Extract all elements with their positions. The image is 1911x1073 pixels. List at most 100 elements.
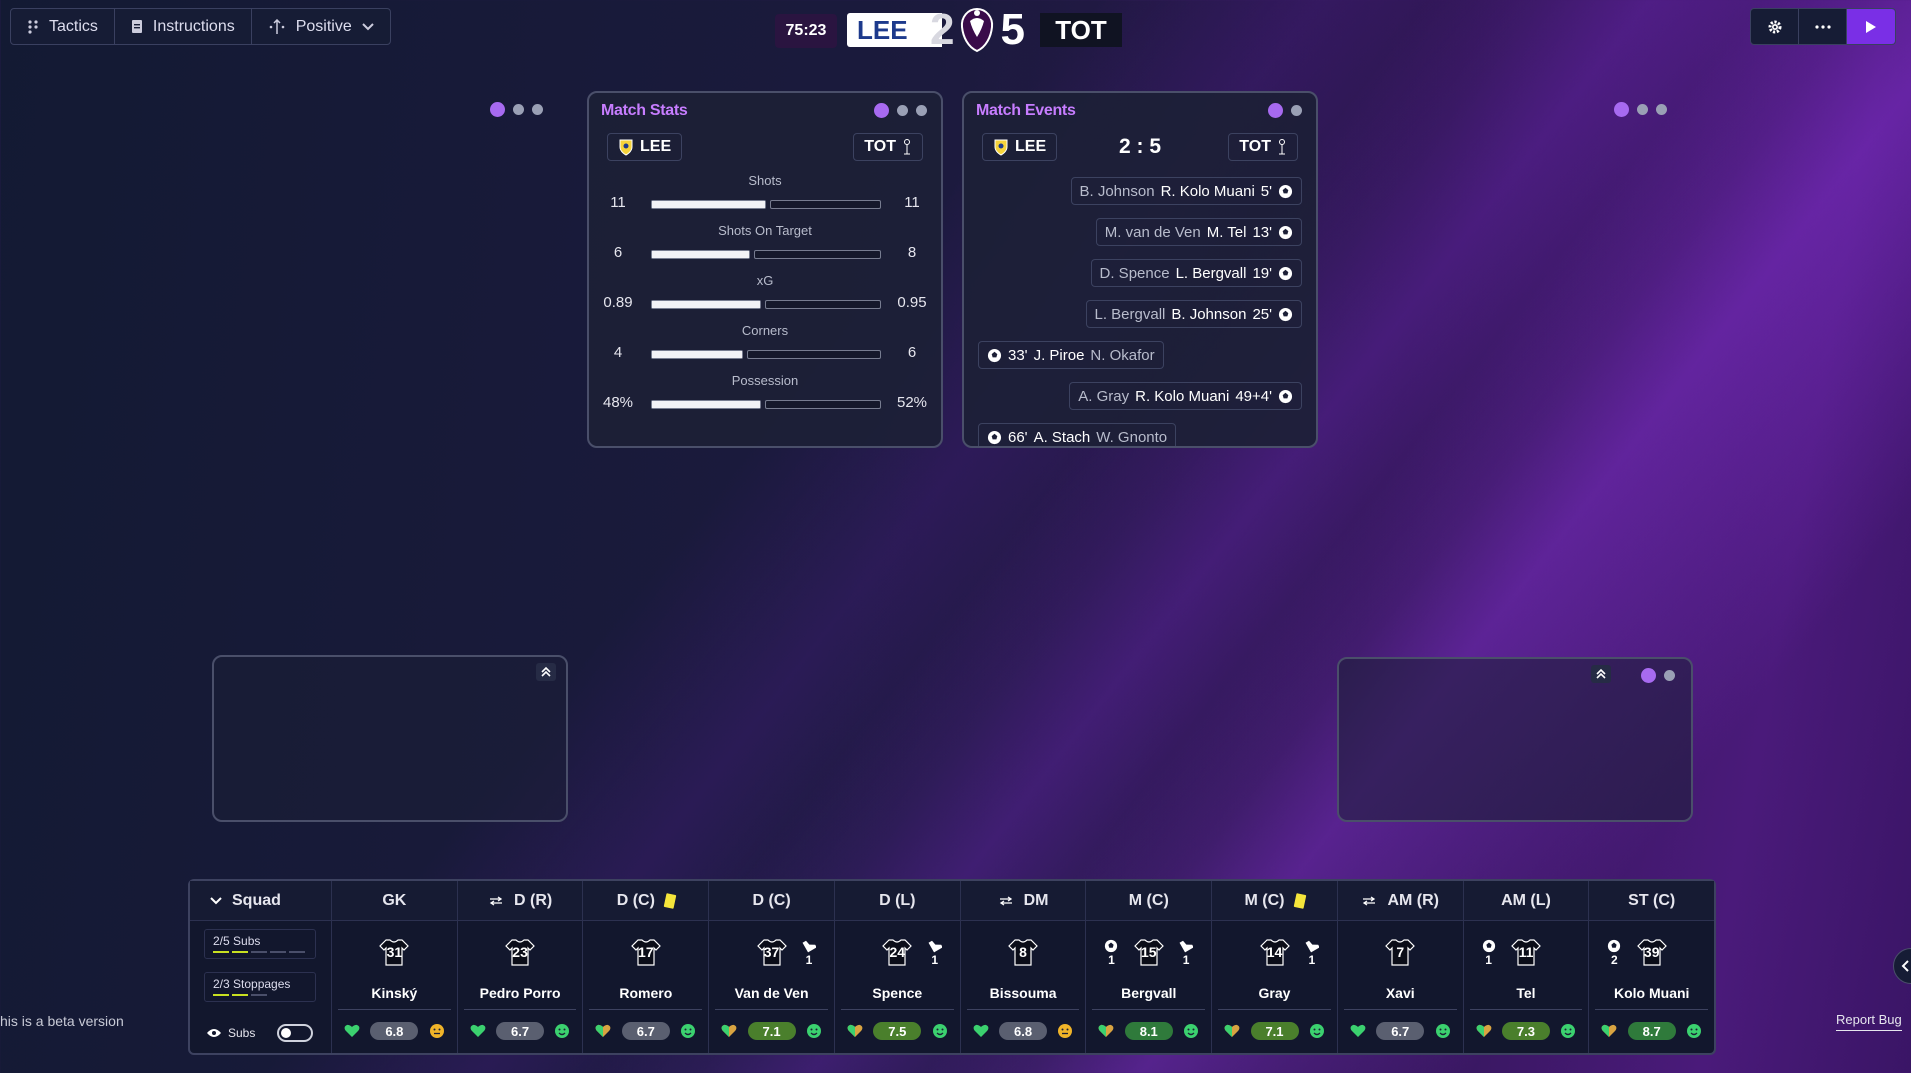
goal-event[interactable]: L. Bergvall B. Johnson 25' bbox=[1085, 300, 1302, 328]
league-lion-icon bbox=[961, 7, 994, 53]
slot-dot[interactable] bbox=[897, 105, 908, 116]
player-slot[interactable]: D (C) 17 Romero 6.7 bbox=[583, 881, 710, 1053]
assist-name: A. Gray bbox=[1078, 387, 1130, 405]
goal-minute: 66' bbox=[1008, 428, 1028, 446]
assists-stat: 1 bbox=[1305, 939, 1319, 967]
goal-event[interactable]: D. Spence L. Bergvall 19' bbox=[1090, 259, 1302, 287]
yellow-card-icon bbox=[1293, 892, 1306, 909]
panel-dots[interactable] bbox=[1268, 103, 1302, 118]
slot-dot-active[interactable] bbox=[1641, 668, 1656, 683]
morale-face-icon bbox=[554, 1023, 570, 1039]
double-chevron-up-icon bbox=[1596, 668, 1606, 679]
slot-dot[interactable] bbox=[1656, 104, 1667, 115]
player-slot[interactable]: AM (L) 11 1 Tel 7.3 bbox=[1463, 881, 1590, 1053]
panel-slot-dots-left[interactable] bbox=[490, 102, 543, 117]
slot-dot[interactable] bbox=[916, 105, 927, 116]
player-rating: 7.5 bbox=[873, 1022, 922, 1040]
stat-home-bar bbox=[651, 350, 743, 359]
assist-name: M. van de Ven bbox=[1104, 223, 1201, 241]
player-status-row: 7.1 bbox=[1212, 1022, 1337, 1040]
shirt-number: 24 bbox=[889, 944, 906, 960]
goal-minute: 33' bbox=[1008, 346, 1028, 364]
report-bug-link[interactable]: Report Bug bbox=[1836, 1012, 1902, 1031]
player-slot[interactable]: D (C) 37 1 Van de Ven 7.1 bbox=[709, 881, 835, 1053]
tactics-button[interactable]: Tactics bbox=[11, 9, 115, 44]
player-slot[interactable]: M (C) 14 1 Gray 7.1 bbox=[1212, 881, 1338, 1053]
slot-dot-active[interactable] bbox=[1614, 102, 1629, 117]
mentality-label: Positive bbox=[295, 17, 352, 35]
player-status-row: 7.1 bbox=[709, 1022, 834, 1040]
more-button[interactable] bbox=[1799, 9, 1847, 44]
goal-event[interactable]: 33' J. Piroe N. Okafor bbox=[978, 341, 1164, 369]
position-header: D (C) bbox=[583, 881, 709, 921]
position-label: AM (R) bbox=[1387, 891, 1440, 909]
player-slot[interactable]: AM (R) 7 Xavi 6.7 bbox=[1337, 881, 1464, 1053]
home-team-tag: LEE bbox=[607, 133, 683, 161]
play-button[interactable] bbox=[1847, 9, 1895, 44]
goals-stat: 1 bbox=[1482, 939, 1496, 967]
slot-dot-active[interactable] bbox=[490, 102, 505, 117]
away-team-label: TOT bbox=[1239, 138, 1271, 155]
squad-toggle[interactable]: Squad bbox=[190, 881, 331, 921]
morale-face-icon bbox=[1435, 1023, 1451, 1039]
mentality-dropdown[interactable]: Positive bbox=[252, 9, 390, 44]
slot-dot[interactable] bbox=[513, 104, 524, 115]
goal-ball-icon bbox=[1607, 939, 1621, 953]
player-rating: 6.7 bbox=[1376, 1022, 1425, 1040]
morale-face-icon bbox=[806, 1023, 822, 1039]
shirt-icon: 39 bbox=[1635, 937, 1669, 967]
player-slot[interactable]: D (L) 24 1 Spence 7.5 bbox=[834, 881, 961, 1053]
player-slot[interactable]: GK 31 Kinský 6.8 bbox=[332, 881, 458, 1053]
stat-away-bar bbox=[765, 400, 881, 409]
settings-button[interactable] bbox=[1751, 9, 1799, 44]
panel-dots[interactable] bbox=[874, 103, 927, 118]
goal-event[interactable]: B. Johnson R. Kolo Muani 5' bbox=[1070, 177, 1302, 205]
player-name: Van de Ven bbox=[715, 985, 828, 1010]
home-crest-icon bbox=[619, 139, 633, 156]
player-rating: 7.1 bbox=[1250, 1022, 1299, 1040]
player-slot[interactable]: ST (C) 39 2 Kolo Muani 8.7 bbox=[1589, 881, 1715, 1053]
shirt-icon: 17 bbox=[629, 937, 663, 967]
stoppages-label: 2/3 Stoppages bbox=[213, 977, 291, 991]
tactics-label: Tactics bbox=[49, 17, 98, 35]
chevron-down-icon bbox=[362, 22, 374, 30]
slot-dot[interactable] bbox=[532, 104, 543, 115]
player-name: Pedro Porro bbox=[463, 985, 577, 1010]
player-slot[interactable]: M (C) 15 1 1 Bergvall 8.1 bbox=[1086, 881, 1213, 1053]
position-header: GK bbox=[332, 881, 457, 921]
slot-dot[interactable] bbox=[1637, 104, 1648, 115]
panel-slot-dots-right[interactable] bbox=[1614, 102, 1667, 117]
player-name: Kolo Muani bbox=[1595, 985, 1709, 1010]
widget-box-left bbox=[212, 655, 568, 822]
side-handle[interactable] bbox=[1893, 948, 1911, 984]
slot-dot-active[interactable] bbox=[1268, 103, 1283, 118]
stat-home-value: 11 bbox=[610, 194, 626, 211]
player-slot[interactable]: DM 8 Bissouma 6.8 bbox=[960, 881, 1087, 1053]
position-header: AM (R) bbox=[1337, 881, 1463, 921]
collapse-button[interactable] bbox=[1591, 665, 1611, 683]
position-label: M (C) bbox=[1244, 891, 1285, 909]
player-status-row: 8.1 bbox=[1086, 1022, 1211, 1040]
slot-dot-active[interactable] bbox=[874, 103, 889, 118]
slot-dot[interactable] bbox=[1664, 670, 1675, 681]
shirt-icon: 23 bbox=[503, 937, 537, 967]
goal-ball-icon bbox=[1278, 307, 1293, 322]
scorer-name: R. Kolo Muani bbox=[1160, 182, 1255, 200]
home-team-code: LEE bbox=[847, 13, 942, 47]
subs-toggle-switch[interactable] bbox=[277, 1024, 314, 1042]
slot-dot[interactable] bbox=[1291, 105, 1302, 116]
stat-row: 46 bbox=[589, 344, 941, 364]
goal-ball-icon bbox=[1482, 939, 1496, 953]
goal-event[interactable]: A. Gray R. Kolo Muani 49+4' bbox=[1069, 382, 1302, 410]
player-slot[interactable]: D (R) 23 Pedro Porro 6.7 bbox=[457, 881, 584, 1053]
panel-dots[interactable] bbox=[1641, 668, 1675, 683]
instructions-button[interactable]: Instructions bbox=[115, 9, 252, 44]
goal-event[interactable]: 66' A. Stach W. Gnonto bbox=[978, 423, 1177, 446]
collapse-button[interactable] bbox=[536, 663, 556, 681]
shirt-icon: 31 bbox=[377, 937, 411, 967]
away-team-tag: TOT bbox=[853, 133, 923, 161]
player-status-row: 6.8 bbox=[332, 1022, 457, 1040]
goal-event[interactable]: M. van de Ven M. Tel 13' bbox=[1095, 218, 1302, 246]
gear-icon bbox=[1768, 20, 1781, 33]
chevron-left-icon bbox=[1901, 960, 1909, 972]
